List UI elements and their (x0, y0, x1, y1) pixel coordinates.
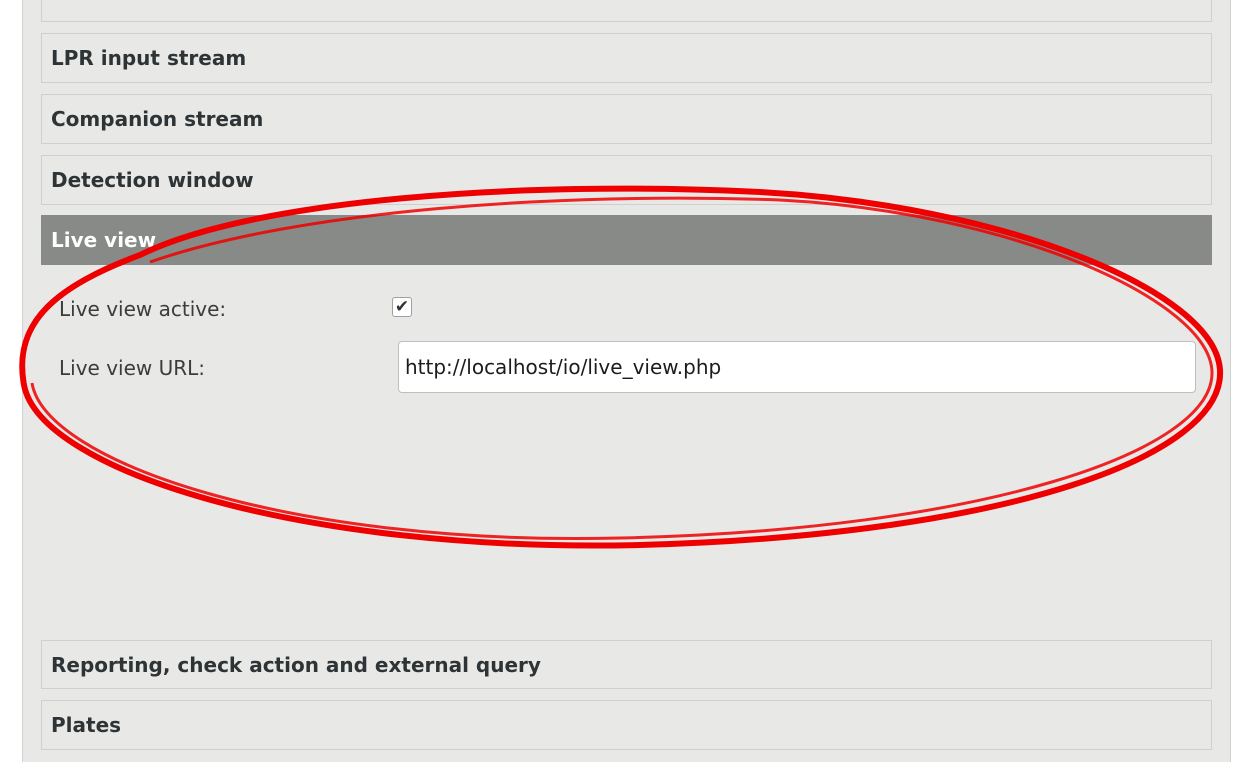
live-view-url-input[interactable] (398, 341, 1196, 393)
section-header-detection-window[interactable]: Detection window (41, 155, 1212, 205)
section-header-live-view[interactable]: Live view (41, 215, 1212, 265)
section-title: Companion stream (51, 107, 264, 131)
section-header-cut-off[interactable] (41, 0, 1212, 22)
screenshot-frame: LPR input stream Companion stream Detect… (0, 0, 1243, 762)
checkmark-icon: ✔ (394, 296, 410, 317)
settings-panel: LPR input stream Companion stream Detect… (22, 0, 1231, 762)
section-title: Detection window (51, 168, 254, 192)
live-view-url-label: Live view URL: (59, 356, 206, 380)
section-title: LPR input stream (51, 46, 247, 70)
section-title: Reporting, check action and external que… (51, 652, 541, 677)
section-title: Plates (51, 713, 122, 737)
live-view-active-checkbox[interactable]: ✔ (392, 297, 412, 317)
section-header-companion-stream[interactable]: Companion stream (41, 94, 1212, 144)
section-title: Live view (51, 228, 157, 252)
section-header-plates[interactable]: Plates (41, 700, 1212, 750)
live-view-active-label: Live view active: (59, 297, 227, 321)
section-header-reporting[interactable]: Reporting, check action and external que… (41, 640, 1212, 689)
section-header-lpr-input-stream[interactable]: LPR input stream (41, 33, 1212, 83)
